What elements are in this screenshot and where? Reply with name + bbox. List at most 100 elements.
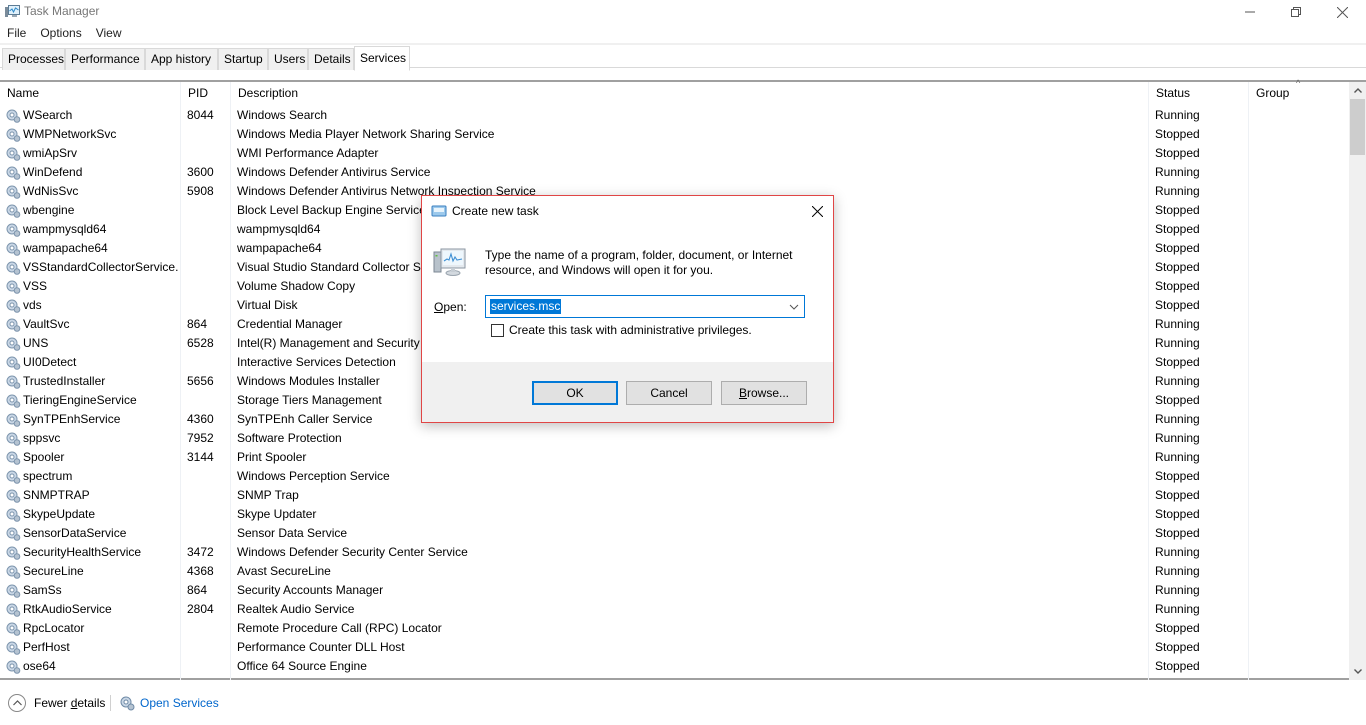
table-row[interactable]: RpcLocator Remote Procedure Call (RPC) Lo… <box>0 619 1349 638</box>
table-row[interactable]: PerfHost Performance Counter DLL Host Stop… <box>0 638 1349 657</box>
table-row[interactable]: SensorDataService Sensor Data Service Stop… <box>0 524 1349 543</box>
column-header-status[interactable]: Status <box>1148 82 1248 104</box>
service-gear-icon <box>6 394 21 408</box>
service-name: RpcLocator <box>23 621 85 635</box>
table-row[interactable]: ose64 Office 64 Source Engine Stopped <box>0 657 1349 676</box>
fewer-details-text-b: etails <box>77 696 106 710</box>
table-row[interactable]: WSearch 8044 Windows Search Running <box>0 106 1349 125</box>
service-status: Stopped <box>1155 203 1200 217</box>
column-header-name[interactable]: Name <box>0 82 180 104</box>
dialog-close-button[interactable] <box>805 200 829 222</box>
computer-monitor-icon <box>433 248 466 276</box>
service-description: WMI Performance Adapter <box>237 146 379 160</box>
dialog-button-bar: OK Cancel Browse... <box>422 362 833 422</box>
cancel-button[interactable]: Cancel <box>626 381 712 405</box>
service-name: SecureLine <box>23 564 84 578</box>
service-status: Running <box>1155 184 1200 198</box>
service-gear-icon <box>6 356 21 370</box>
service-name: PerfHost <box>23 640 70 654</box>
service-description: Windows Defender Antivirus Service <box>237 165 431 179</box>
tab-startup[interactable]: Startup <box>218 48 268 70</box>
service-description: Software Protection <box>237 431 342 445</box>
service-name: RtkAudioService <box>23 602 112 616</box>
table-row[interactable]: SecurityHealthService 3472 Windows Defende… <box>0 543 1349 562</box>
service-pid: 5656 <box>187 374 214 388</box>
service-gear-icon <box>6 337 21 351</box>
tab-performance[interactable]: Performance <box>65 48 145 70</box>
menu-file[interactable]: File <box>0 24 33 42</box>
service-name: ose64 <box>23 659 56 673</box>
table-row[interactable]: RtkAudioService 2804 Realtek Audio Service… <box>0 600 1349 619</box>
table-row[interactable]: Spooler 3144 Print Spooler Running <box>0 448 1349 467</box>
service-description: Office 64 Source Engine <box>237 659 367 673</box>
browse-mnemonic: B <box>738 386 747 400</box>
service-gear-icon <box>6 375 21 389</box>
tab-services[interactable]: Services <box>354 46 410 71</box>
service-status: Stopped <box>1155 659 1200 673</box>
service-name: wmiApSrv <box>23 146 78 160</box>
service-gear-icon <box>6 432 21 446</box>
column-header-pid[interactable]: PID <box>180 82 230 104</box>
service-pid: 4368 <box>187 564 214 578</box>
service-description: Sensor Data Service <box>237 526 348 540</box>
scroll-down-button[interactable] <box>1349 663 1366 680</box>
service-description: Avast SecureLine <box>237 564 331 578</box>
service-gear-icon <box>6 242 21 256</box>
open-command-input[interactable]: services.msc <box>485 295 805 318</box>
service-gear-icon <box>6 584 21 598</box>
close-button[interactable] <box>1319 0 1365 24</box>
service-description: Skype Updater <box>237 507 317 521</box>
tab-users[interactable]: Users <box>268 48 308 70</box>
tab-details[interactable]: Details <box>308 48 354 70</box>
service-status: Stopped <box>1155 127 1200 141</box>
ok-button[interactable]: OK <box>532 381 618 405</box>
dialog-title: Create new task <box>452 204 539 218</box>
service-gear-icon <box>6 451 21 465</box>
table-row[interactable]: SecureLine 4368 Avast SecureLine Running <box>0 562 1349 581</box>
service-status: Stopped <box>1155 469 1200 483</box>
minimize-button[interactable] <box>1227 0 1273 24</box>
scroll-thumb[interactable] <box>1350 99 1365 155</box>
minimize-icon <box>1245 11 1255 13</box>
service-pid: 3600 <box>187 165 214 179</box>
table-row[interactable]: SkypeUpdate Skype Updater Stopped <box>0 505 1349 524</box>
table-row[interactable]: SNMPTRAP SNMP Trap Stopped <box>0 486 1349 505</box>
service-status: Running <box>1155 564 1200 578</box>
admin-privileges-checkbox[interactable] <box>491 324 504 337</box>
chevron-down-icon[interactable] <box>788 301 800 313</box>
table-row[interactable]: WMPNetworkSvc Windows Media Player Networ… <box>0 125 1349 144</box>
tab-processes[interactable]: Processes <box>2 48 65 70</box>
restore-icon <box>1291 7 1301 17</box>
service-name: wbengine <box>23 203 75 217</box>
table-row[interactable]: WinDefend 3600 Windows Defender Antivirus … <box>0 163 1349 182</box>
service-status: Running <box>1155 317 1200 331</box>
service-name: SensorDataService <box>23 526 127 540</box>
service-gear-icon <box>6 565 21 579</box>
scroll-up-button[interactable] <box>1349 82 1366 99</box>
service-pid: 5908 <box>187 184 214 198</box>
column-header-description[interactable]: Description <box>230 82 1148 104</box>
table-row[interactable]: spectrum Windows Perception Service Stoppe… <box>0 467 1349 486</box>
chevron-down-icon <box>1353 669 1362 674</box>
fewer-details-link[interactable]: Fewer details <box>34 696 105 710</box>
browse-button[interactable]: Browse... <box>721 381 807 405</box>
table-row[interactable]: wmiApSrv WMI Performance Adapter Stopped <box>0 144 1349 163</box>
dialog-body: Type the name of a program, folder, docu… <box>422 226 833 362</box>
run-dialog-icon <box>431 205 447 217</box>
service-description: Windows Media Player Network Sharing Ser… <box>237 127 495 141</box>
open-command-value[interactable]: services.msc <box>490 299 562 314</box>
service-gear-icon <box>6 603 21 617</box>
menu-options[interactable]: Options <box>33 24 88 42</box>
vertical-scrollbar[interactable] <box>1349 82 1366 680</box>
service-gear-icon <box>6 166 21 180</box>
open-services-link[interactable]: Open Services <box>140 696 219 710</box>
admin-privileges-label[interactable]: Create this task with administrative pri… <box>509 323 752 337</box>
table-row[interactable]: sppsvc 7952 Software Protection Running <box>0 429 1349 448</box>
menu-view[interactable]: View <box>89 24 129 42</box>
service-pid: 864 <box>187 583 208 597</box>
tab-app-history[interactable]: App history <box>145 48 218 70</box>
restore-button[interactable] <box>1273 0 1319 24</box>
table-row[interactable]: SamSs 864 Security Accounts Manager Running <box>0 581 1349 600</box>
service-status: Running <box>1155 450 1200 464</box>
fewer-details-button[interactable] <box>8 694 26 712</box>
